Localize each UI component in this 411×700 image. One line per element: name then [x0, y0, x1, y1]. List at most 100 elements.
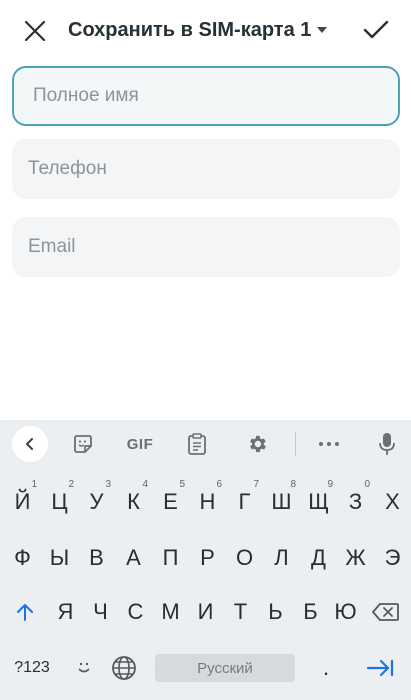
account-selector[interactable]: Сохранить в SIM-карта 1 — [68, 0, 328, 60]
key[interactable]: Б — [293, 586, 328, 638]
tab-next-icon — [366, 659, 394, 677]
key[interactable]: З0 — [337, 476, 374, 528]
key-hint: 6 — [216, 479, 222, 490]
key[interactable]: У3 — [78, 476, 115, 528]
key-label: Н — [199, 489, 216, 514]
key[interactable]: В — [78, 532, 115, 584]
keyboard-row-4: ?123 Русский . — [0, 642, 411, 694]
key[interactable]: Р — [189, 532, 226, 584]
key[interactable]: М — [153, 586, 188, 638]
key-label: К — [127, 489, 140, 514]
gif-label: GIF — [126, 435, 154, 453]
key[interactable]: А — [115, 532, 152, 584]
key-hint: 1 — [31, 479, 37, 490]
language-key[interactable] — [106, 642, 142, 694]
key-label: Й — [14, 489, 31, 514]
toolbar-divider — [295, 432, 296, 456]
clipboard-icon — [188, 433, 206, 455]
key-label: Г — [238, 489, 251, 514]
page-title: Сохранить в SIM-карта 1 — [68, 18, 312, 41]
email-input[interactable] — [28, 217, 400, 277]
key[interactable]: Г7 — [226, 476, 263, 528]
key[interactable]: Ю — [328, 586, 363, 638]
key-hint: 3 — [105, 479, 111, 490]
key[interactable]: Э — [374, 532, 411, 584]
key[interactable]: Ч — [83, 586, 118, 638]
keyboard-row-1: Й1 Ц2 У3 К4 Е5 Н6 Г7 Ш8 Щ9 З0 Х — [0, 476, 411, 528]
microphone-icon — [379, 433, 395, 455]
clipboard-button[interactable] — [180, 424, 214, 464]
email-field[interactable] — [12, 217, 400, 277]
emoji-icon — [78, 662, 90, 673]
key-label: Щ — [308, 489, 329, 514]
phone-field[interactable] — [12, 139, 400, 199]
soft-keyboard: GIF Й1 Ц 2 У 3 К 4 Е 5 Н 6 Г 7 Ш 8 Щ 9 З… — [0, 420, 411, 700]
space-key[interactable]: Русский — [155, 654, 295, 682]
key-hint: 4 — [142, 479, 148, 490]
key-label: Е — [163, 489, 178, 514]
sticker-button[interactable] — [66, 424, 100, 464]
key[interactable]: Ф — [4, 532, 41, 584]
more-button[interactable] — [312, 424, 346, 464]
check-icon — [363, 20, 389, 39]
key[interactable]: Н6 — [189, 476, 226, 528]
key-label: Ш — [271, 489, 292, 514]
settings-button[interactable] — [240, 424, 274, 464]
keyboard-row-2: Ф Ы В А П Р О Л Д Ж Э — [0, 532, 411, 584]
shift-icon — [17, 604, 33, 621]
top-app-bar: Сохранить в SIM-карта 1 — [0, 0, 411, 62]
key-label: Х — [385, 489, 400, 514]
key[interactable]: С — [118, 586, 153, 638]
key[interactable]: Ц2 — [41, 476, 78, 528]
key[interactable]: О — [226, 532, 263, 584]
key[interactable]: Я — [48, 586, 83, 638]
key-hint: 7 — [253, 479, 259, 490]
key[interactable]: Е5 — [152, 476, 189, 528]
key[interactable]: К4 — [115, 476, 152, 528]
toolbar-back-button[interactable] — [12, 426, 48, 462]
keyboard-row-3: Я Ч С М И Т Ь Б Ю — [0, 586, 411, 638]
key[interactable]: Щ9 — [300, 476, 337, 528]
key[interactable]: Д — [300, 532, 337, 584]
key-label: Ц — [51, 489, 68, 514]
full-name-input[interactable] — [33, 68, 398, 124]
emoji-key[interactable] — [66, 642, 102, 694]
globe-icon — [112, 656, 136, 680]
keyboard-toolbar: GIF — [0, 420, 411, 468]
more-icon — [319, 442, 339, 446]
close-button[interactable] — [18, 14, 52, 48]
key[interactable]: Ы — [41, 532, 78, 584]
voice-input-button[interactable] — [370, 424, 404, 464]
key[interactable]: И — [188, 586, 223, 638]
next-field-key[interactable] — [358, 642, 402, 694]
key-hint: 5 — [179, 479, 185, 490]
key-hint: 8 — [290, 479, 296, 490]
gear-icon — [250, 435, 266, 453]
key-hint: 0 — [364, 479, 370, 490]
sticker-icon — [74, 435, 92, 453]
gif-button[interactable]: GIF — [120, 424, 160, 464]
full-name-field[interactable] — [12, 66, 400, 126]
key[interactable]: Ж — [337, 532, 374, 584]
close-icon — [24, 20, 46, 42]
key[interactable]: Л — [263, 532, 300, 584]
key[interactable]: Й1 — [4, 476, 41, 528]
save-button[interactable] — [359, 13, 393, 47]
period-key[interactable]: . — [306, 642, 346, 694]
backspace-key[interactable] — [366, 586, 406, 638]
key-label: З — [348, 489, 363, 514]
key-label: У — [89, 489, 104, 514]
backspace-icon — [372, 603, 399, 621]
key[interactable]: Ь — [258, 586, 293, 638]
chevron-down-icon — [317, 27, 328, 33]
phone-input[interactable] — [28, 139, 400, 199]
key[interactable]: Ш8 — [263, 476, 300, 528]
key[interactable]: Т — [223, 586, 258, 638]
key[interactable]: П — [152, 532, 189, 584]
key-hint: 2 — [68, 479, 74, 490]
symbols-key[interactable]: ?123 — [4, 642, 60, 694]
chevron-left-icon — [26, 438, 33, 450]
shift-key[interactable] — [4, 586, 46, 638]
key-hint: 9 — [327, 479, 333, 490]
key[interactable]: Х — [374, 476, 411, 528]
